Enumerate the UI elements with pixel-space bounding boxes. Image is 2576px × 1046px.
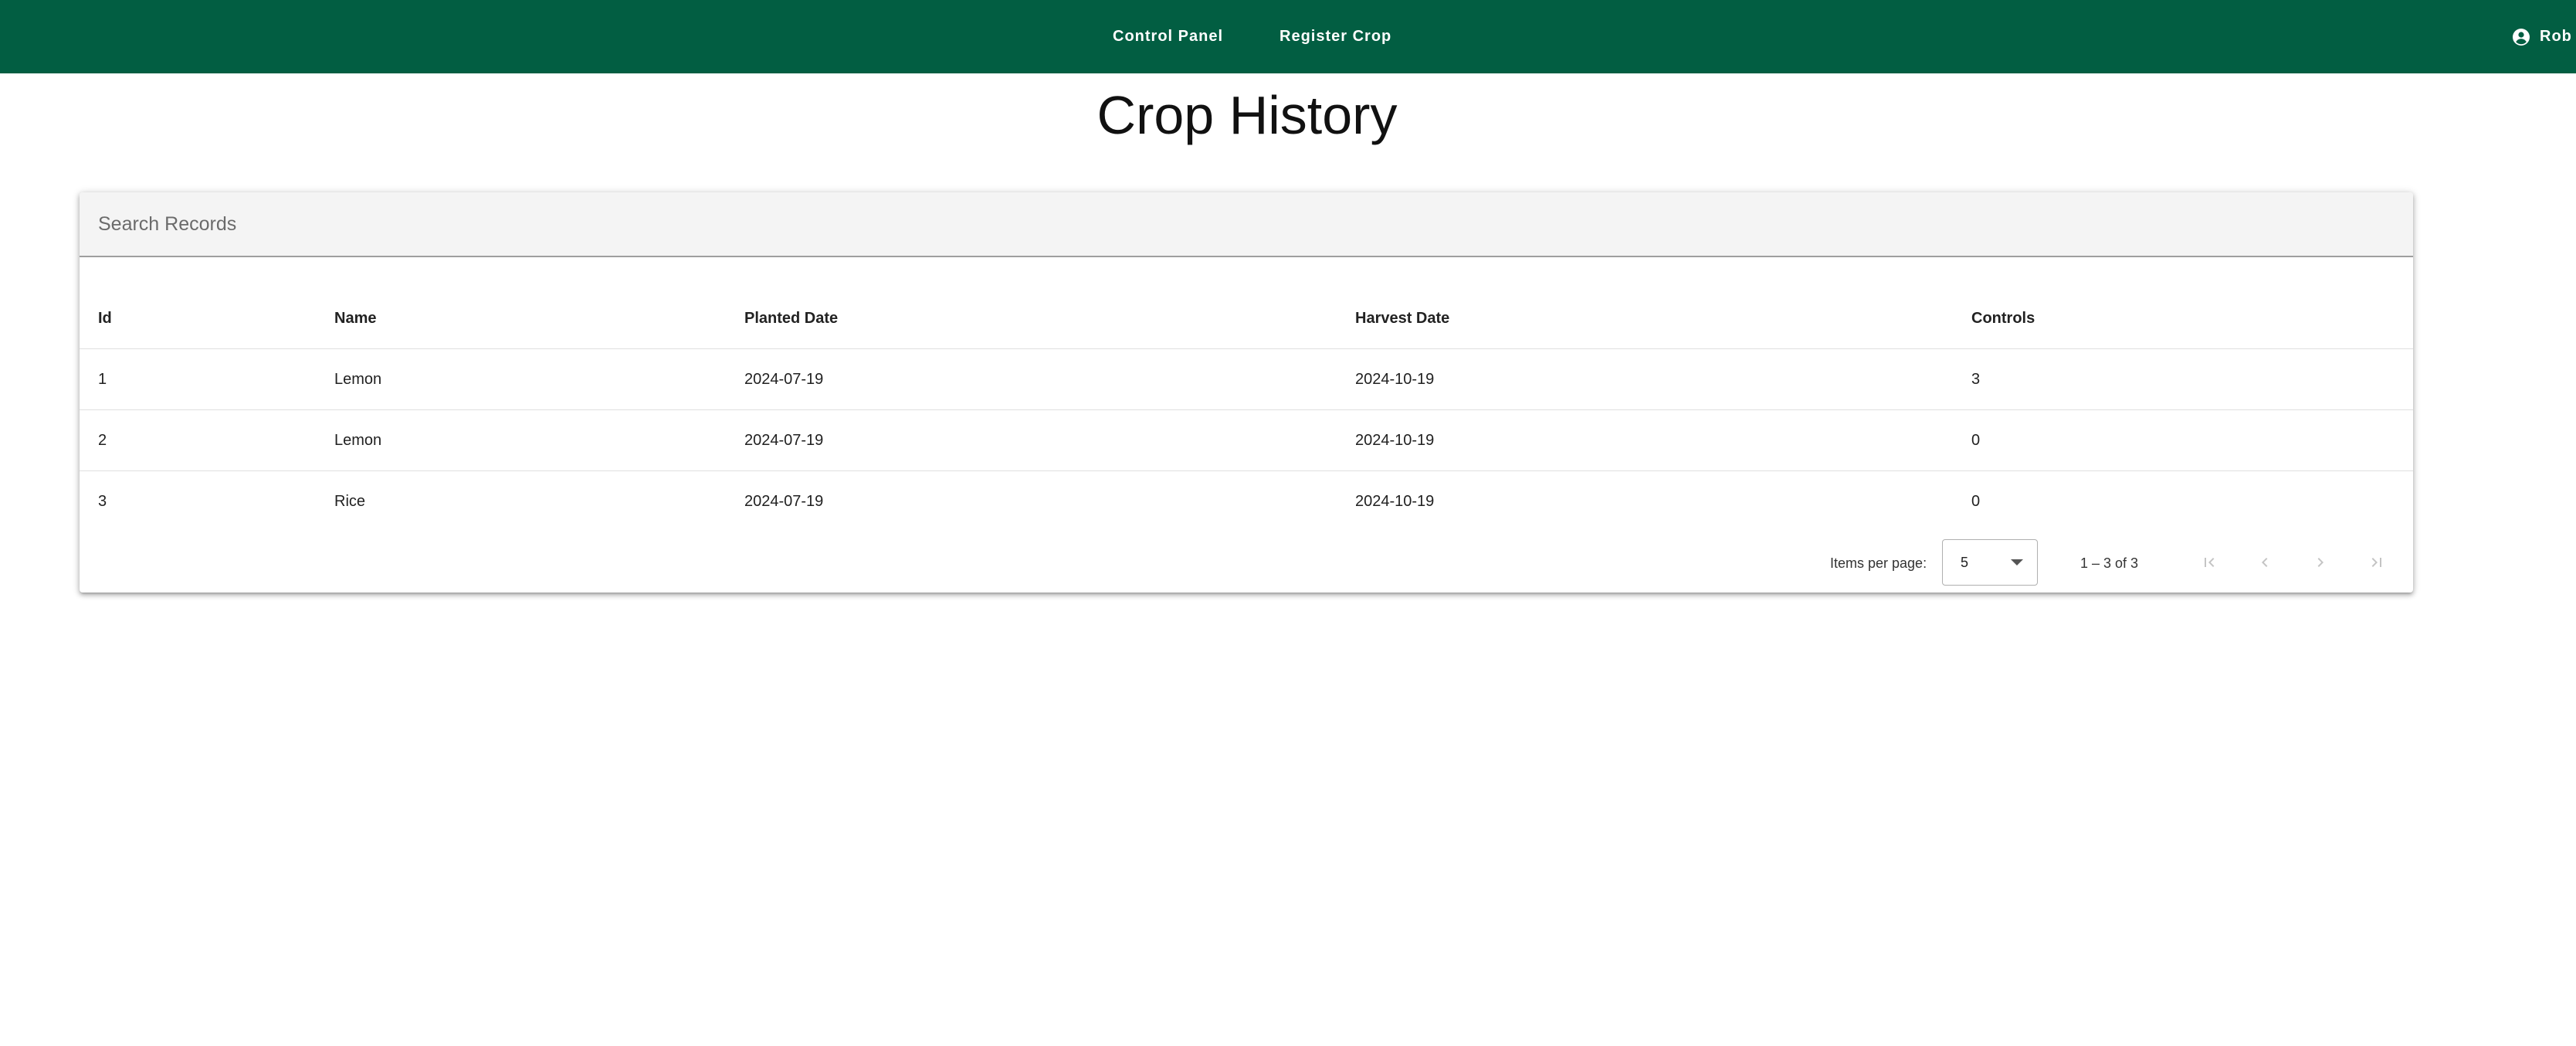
table-row[interactable]: 3 Rice 2024-07-19 2024-10-19 0 [80, 471, 2413, 531]
last-page-button[interactable] [2357, 544, 2395, 581]
items-per-page-select[interactable]: 5 [1942, 539, 2038, 586]
user-menu[interactable]: Rob [2512, 0, 2572, 73]
cell-name: Rice [334, 493, 366, 510]
cell-planted-date: 2024-07-19 [744, 432, 824, 449]
column-header-id[interactable]: Id [98, 288, 112, 348]
table-row[interactable]: 1 Lemon 2024-07-19 2024-10-19 3 [80, 349, 2413, 410]
items-per-page-label: Items per page: [1830, 555, 1927, 571]
nav-link-control-panel[interactable]: Control Panel [1113, 0, 1223, 73]
chevron-down-icon [2011, 559, 2023, 565]
cell-controls: 3 [1971, 371, 1981, 388]
page-range-label: 1 – 3 of 3 [2080, 555, 2139, 571]
search-field [80, 192, 2413, 257]
user-name: Rob [2540, 28, 2572, 45]
table-header-row: Id Name Planted Date Harvest Date Contro… [80, 288, 2413, 349]
cell-planted-date: 2024-07-19 [744, 493, 824, 510]
first-page-icon [2205, 558, 2215, 567]
page-title: Crop History [1096, 85, 1398, 145]
cell-controls: 0 [1971, 432, 1981, 449]
table-row[interactable]: 2 Lemon 2024-07-19 2024-10-19 0 [80, 410, 2413, 471]
cell-id: 3 [98, 493, 107, 510]
cell-name: Lemon [334, 371, 382, 388]
first-page-button[interactable] [2191, 544, 2229, 581]
cell-harvest-date: 2024-10-19 [1355, 493, 1435, 510]
last-page-icon [2371, 558, 2381, 567]
cell-harvest-date: 2024-10-19 [1355, 432, 1435, 449]
next-page-button[interactable] [2302, 544, 2339, 581]
cell-controls: 0 [1971, 493, 1981, 510]
cell-harvest-date: 2024-10-19 [1355, 371, 1435, 388]
cell-id: 1 [98, 371, 107, 388]
cell-name: Lemon [334, 432, 382, 449]
items-per-page-value: 5 [1961, 555, 1969, 570]
column-header-harvest-date[interactable]: Harvest Date [1355, 288, 1449, 348]
previous-page-button[interactable] [2246, 544, 2283, 581]
crop-table: Id Name Planted Date Harvest Date Contro… [80, 288, 2413, 531]
column-header-name[interactable]: Name [334, 288, 376, 348]
cell-planted-date: 2024-07-19 [744, 371, 824, 388]
nav-link-register-crop[interactable]: Register Crop [1280, 0, 1391, 73]
next-page-icon [2317, 558, 2323, 567]
cell-id: 2 [98, 432, 107, 449]
top-navbar: Control Panel Register Crop Rob [0, 0, 2576, 73]
account-circle-icon [2513, 28, 2530, 46]
search-input[interactable] [98, 192, 2384, 256]
previous-page-icon [2262, 558, 2268, 567]
column-header-planted-date[interactable]: Planted Date [744, 288, 838, 348]
crop-history-card: Id Name Planted Date Harvest Date Contro… [80, 192, 2413, 593]
paginator: Items per page: 5 1 – 3 of 3 [80, 535, 2413, 593]
column-header-controls[interactable]: Controls [1971, 288, 2035, 348]
